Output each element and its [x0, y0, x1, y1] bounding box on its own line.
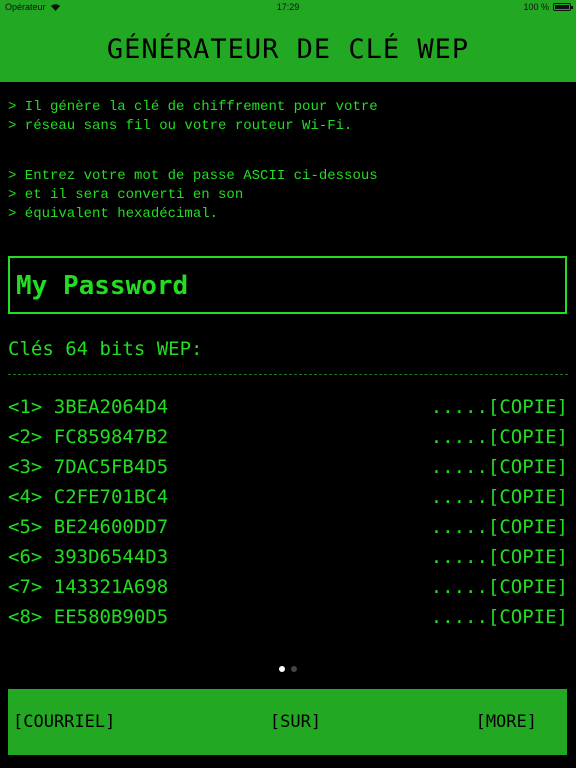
key-index: <6> — [8, 546, 43, 568]
intro-line: > Il génère la clé de chiffrement pour v… — [8, 99, 378, 115]
copy-button[interactable]: .....[COPIE] — [431, 516, 568, 538]
dashed-divider — [8, 374, 568, 375]
key-value: 7DAC5FB4D5 — [53, 456, 169, 478]
key-index: <5> — [8, 516, 43, 538]
key-entry: <7> 143321A698 — [8, 576, 168, 598]
intro-line: > Entrez votre mot de passe ASCII ci-des… — [8, 168, 378, 184]
key-entry: <3> 7DAC5FB4D5 — [8, 456, 168, 478]
page-dot[interactable] — [291, 666, 297, 672]
key-row: <5> BE24600DD7 .....[COPIE] — [8, 512, 568, 542]
copy-button[interactable]: .....[COPIE] — [431, 456, 568, 478]
key-index: <3> — [8, 456, 43, 478]
key-index: <2> — [8, 426, 43, 448]
copy-button[interactable]: .....[COPIE] — [431, 426, 568, 448]
key-value: 393D6544D3 — [53, 546, 169, 568]
key-row: <8> EE580B90D5 .....[COPIE] — [8, 602, 568, 632]
key-value: 3BEA2064D4 — [53, 396, 169, 418]
key-entry: <1> 3BEA2064D4 — [8, 396, 168, 418]
status-time: 17:29 — [276, 2, 300, 12]
key-row: <3> 7DAC5FB4D5 .....[COPIE] — [8, 452, 568, 482]
bottom-toolbar: [COURRIEL] [SUR] [MORE] — [8, 689, 567, 755]
key-index: <8> — [8, 606, 43, 628]
key-value: BE24600DD7 — [53, 516, 169, 538]
key-row: <6> 393D6544D3 .....[COPIE] — [8, 542, 568, 572]
email-button[interactable]: [COURRIEL] — [13, 712, 115, 732]
battery-icon — [553, 3, 573, 11]
password-field-box — [8, 256, 567, 314]
key-entry: <8> EE580B90D5 — [8, 606, 168, 628]
intro-gap — [8, 136, 568, 167]
key-row: <7> 143321A698 .....[COPIE] — [8, 572, 568, 602]
page-indicator[interactable] — [0, 666, 576, 672]
key-entry: <6> 393D6544D3 — [8, 546, 168, 568]
status-bar: Opérateur 17:29 100 % — [0, 0, 576, 16]
password-input[interactable] — [14, 264, 558, 308]
key-index: <1> — [8, 396, 43, 418]
header: GÉNÉRATEUR DE CLÉ WEP — [0, 16, 576, 82]
key-row: <2> FC859847B2 .....[COPIE] — [8, 422, 568, 452]
key-index: <4> — [8, 486, 43, 508]
intro-line: > équivalent hexadécimal. — [8, 206, 219, 222]
page-title: GÉNÉRATEUR DE CLÉ WEP — [106, 33, 470, 65]
copy-button[interactable]: .....[COPIE] — [431, 486, 568, 508]
key-value: C2FE701BC4 — [53, 486, 169, 508]
key-value: FC859847B2 — [53, 426, 169, 448]
copy-button[interactable]: .....[COPIE] — [431, 576, 568, 598]
key-entry: <2> FC859847B2 — [8, 426, 168, 448]
copy-button[interactable]: .....[COPIE] — [431, 606, 568, 628]
more-button[interactable]: [MORE] — [476, 712, 537, 732]
page-dot-active[interactable] — [279, 666, 285, 672]
keys-list: <1> 3BEA2064D4 .....[COPIE] <2> FC859847… — [8, 392, 568, 632]
intro-line: > réseau sans fil ou votre routeur Wi-Fi… — [8, 118, 353, 134]
intro-text: > Il génère la clé de chiffrement pour v… — [8, 98, 568, 224]
keys-title: Clés 64 bits WEP: — [8, 338, 203, 360]
key-row: <4> C2FE701BC4 .....[COPIE] — [8, 482, 568, 512]
battery-percent: 100 % — [523, 2, 549, 12]
about-button[interactable]: [SUR] — [270, 712, 321, 732]
key-index: <7> — [8, 576, 43, 598]
key-entry: <4> C2FE701BC4 — [8, 486, 168, 508]
key-value: EE580B90D5 — [53, 606, 169, 628]
key-row: <1> 3BEA2064D4 .....[COPIE] — [8, 392, 568, 422]
intro-line: > et il sera converti en son — [8, 187, 244, 203]
status-right: 100 % — [523, 2, 573, 12]
key-entry: <5> BE24600DD7 — [8, 516, 168, 538]
copy-button[interactable]: .....[COPIE] — [431, 396, 568, 418]
copy-button[interactable]: .....[COPIE] — [431, 546, 568, 568]
key-value: 143321A698 — [53, 576, 169, 598]
